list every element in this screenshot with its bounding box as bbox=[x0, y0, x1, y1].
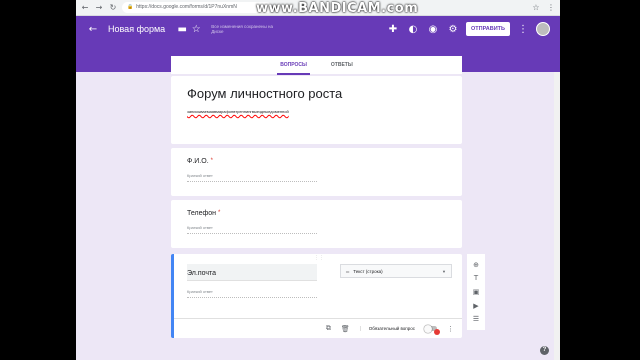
address-bar[interactable]: 🔒 https://docs.google.com/forms/d/1P7nuX… bbox=[122, 2, 272, 13]
lock-icon: 🔒 bbox=[127, 4, 134, 10]
question-type-select[interactable]: ═ Текст (строка) ▼ bbox=[340, 264, 452, 278]
forward-icon[interactable]: → bbox=[94, 3, 104, 13]
reload-icon[interactable]: ↻ bbox=[108, 3, 118, 13]
required-label: Обязательный вопрос bbox=[359, 326, 415, 331]
eye-icon[interactable]: ◉ bbox=[426, 24, 440, 35]
form-description[interactable]: записываемаявмарафонвтреннингвыездныедом… bbox=[187, 109, 289, 114]
folder-icon[interactable]: ▬ bbox=[175, 24, 189, 35]
chevron-down-icon: ▼ bbox=[442, 268, 446, 274]
browser-menu-icon[interactable]: ⋮ bbox=[546, 3, 556, 13]
add-section-icon[interactable]: ☰ bbox=[473, 315, 479, 323]
mouse-cursor-highlight bbox=[434, 329, 440, 335]
question-type-value: Текст (строка) bbox=[353, 268, 383, 274]
form-name[interactable]: Новая форма bbox=[108, 24, 165, 34]
question-title-input[interactable]: Эл.почта bbox=[187, 264, 317, 281]
floating-toolbar: ⊕ T ▣ ▶ ☰ bbox=[467, 254, 485, 330]
more-vert-icon[interactable]: ⋮ bbox=[447, 325, 454, 333]
question-footer: ⧉ 🗑 Обязательный вопрос ⋮ bbox=[174, 318, 462, 338]
answer-placeholder: Краткий ответ bbox=[187, 289, 317, 298]
send-button[interactable]: ОТПРАВИТЬ bbox=[466, 22, 510, 36]
recorder-watermark: www.BANDICAM.com bbox=[256, 1, 419, 16]
add-question-icon[interactable]: ⊕ bbox=[473, 261, 479, 269]
add-image-icon[interactable]: ▣ bbox=[473, 288, 480, 296]
question-title[interactable]: Телефон bbox=[187, 210, 216, 217]
tab-bar: ВОПРОСЫ ОТВЕТЫ bbox=[171, 56, 462, 75]
tab-responses[interactable]: ОТВЕТЫ bbox=[331, 56, 353, 74]
star-icon[interactable]: ☆ bbox=[189, 24, 203, 35]
add-video-icon[interactable]: ▶ bbox=[473, 302, 478, 310]
duplicate-icon[interactable]: ⧉ bbox=[326, 324, 331, 333]
add-title-icon[interactable]: T bbox=[474, 274, 478, 282]
required-mark: * bbox=[210, 158, 213, 164]
scrollbar[interactable] bbox=[554, 72, 560, 360]
question-card[interactable]: Ф.И.О. * Краткий ответ bbox=[171, 148, 462, 196]
palette-icon[interactable]: ◐ bbox=[406, 24, 420, 35]
question-title[interactable]: Ф.И.О. bbox=[187, 158, 209, 165]
form-header-card[interactable]: Форум личностного роста записываемаявмар… bbox=[171, 76, 462, 144]
gear-icon[interactable]: ⚙ bbox=[446, 24, 460, 35]
drag-handle-icon[interactable]: ⋮⋮ bbox=[314, 255, 324, 261]
delete-icon[interactable]: 🗑 bbox=[341, 325, 350, 333]
answer-placeholder: Краткий ответ bbox=[187, 173, 317, 182]
answer-placeholder: Краткий ответ bbox=[187, 225, 317, 234]
screen: ← → ↻ 🔒 https://docs.google.com/forms/d/… bbox=[76, 0, 560, 360]
active-question-card[interactable]: ⋮⋮ Эл.почта Краткий ответ ═ Текст (строк… bbox=[171, 254, 462, 338]
arrow-left-icon[interactable]: ← bbox=[86, 24, 100, 35]
short-text-icon: ═ bbox=[346, 268, 350, 274]
required-mark: * bbox=[218, 210, 221, 216]
avatar[interactable] bbox=[536, 22, 550, 36]
tab-questions[interactable]: ВОПРОСЫ bbox=[277, 56, 310, 75]
help-icon[interactable]: ? bbox=[540, 346, 549, 355]
back-icon[interactable]: ← bbox=[80, 3, 90, 13]
question-card[interactable]: Телефон * Краткий ответ bbox=[171, 200, 462, 248]
url-text: https://docs.google.com/forms/d/1P7nuXnm… bbox=[136, 4, 237, 10]
more-vert-icon[interactable]: ⋮ bbox=[516, 24, 530, 35]
bookmark-star-icon[interactable]: ☆ bbox=[531, 3, 541, 13]
puzzle-icon[interactable]: ✚ bbox=[386, 24, 400, 35]
form-title[interactable]: Форум личностного роста bbox=[187, 86, 446, 101]
save-status: Все изменения сохранены на Диске bbox=[211, 24, 273, 34]
